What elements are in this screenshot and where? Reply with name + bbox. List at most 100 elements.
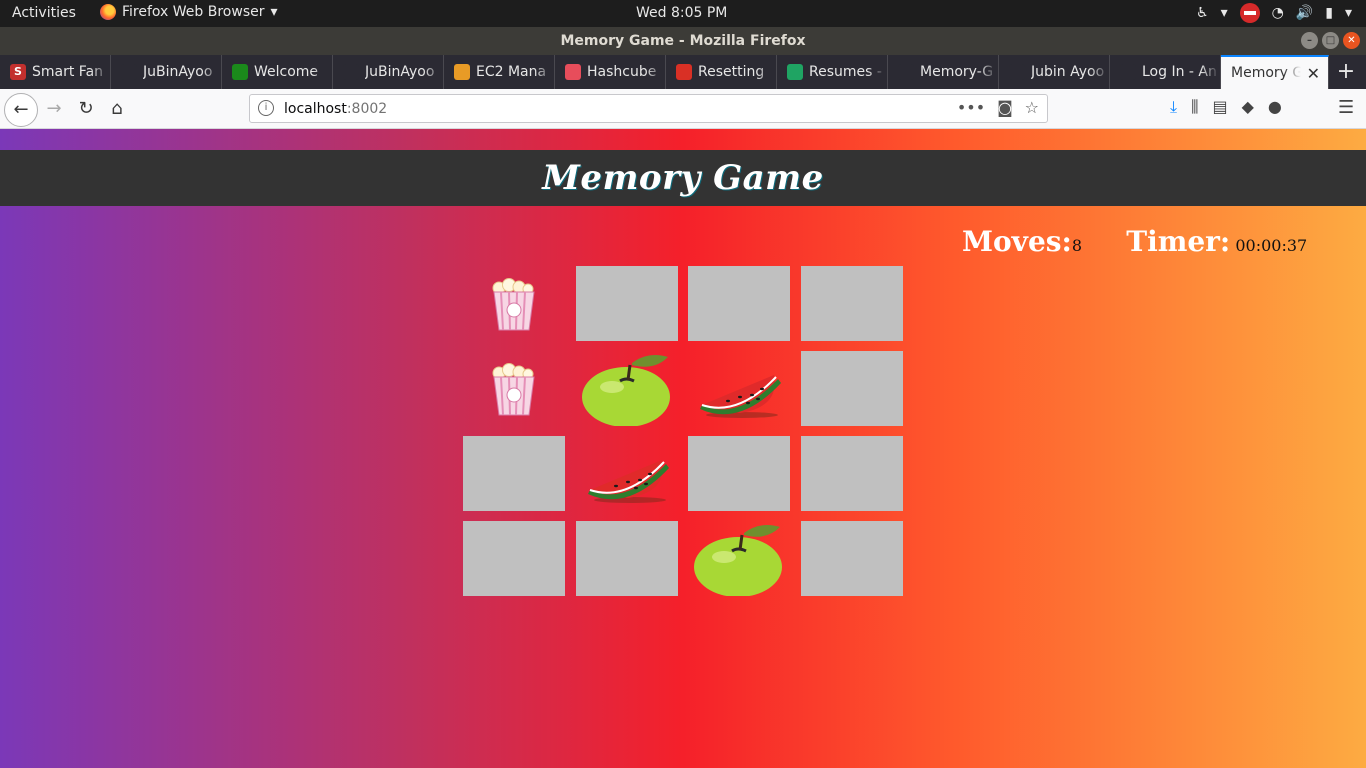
card-closed[interactable] [463,436,565,511]
hashcube-icon [565,64,581,80]
activities-button[interactable]: Activities [12,5,76,21]
card-closed[interactable] [463,521,565,596]
tab-item[interactable]: JuBinAyoo [111,55,222,89]
url-actions: ••• ◙ ☆ [957,98,1039,117]
tab-label: Resetting [698,64,765,80]
a-icon [232,64,248,80]
url-bar[interactable]: i localhost:8002 ••• ◙ ☆ [249,94,1048,123]
gmail-icon [676,64,692,80]
card-open-apple [688,521,790,596]
chevron-down-icon: ▾ [1220,5,1228,21]
tab-label: Resumes - [809,64,882,80]
forward-button[interactable]: → [40,95,68,123]
card-closed[interactable] [575,521,678,596]
card-open-apple [576,351,678,426]
tab-label: Smart Fan [32,64,104,80]
moves-label: Moves: [962,225,1072,258]
extension-icon[interactable]: ◆ [1242,97,1254,117]
library-icon[interactable]: ⫼ [1191,97,1198,117]
timer-label: Timer: [1126,225,1231,258]
card-closed[interactable] [800,436,903,511]
reload-button[interactable]: ↻ [72,95,100,123]
download-icon[interactable]: ⤓ [1170,97,1177,117]
bookmark-star-icon[interactable]: ☆ [1025,98,1039,117]
url-host: localhost [284,101,347,117]
tab-label: Memory-G [920,64,994,80]
clock[interactable]: Wed 8:05 PM [636,5,727,21]
home-button[interactable]: ⌂ [103,95,131,123]
volume-icon[interactable]: 🔊 [1296,5,1313,21]
close-tab-icon[interactable]: ✕ [1307,64,1320,83]
box-icon [454,64,470,80]
tab-item[interactable]: Jubin Ayoo [999,55,1110,89]
tab-label: JuBinAyoo [143,64,213,80]
tab-bar: S Smart Fan JuBinAyoo Welcome JuBinAyoo EC2 M… [0,55,1366,89]
tab-item[interactable]: Log In - An [1110,55,1221,89]
chevron-down-icon: ▾ [1344,5,1352,21]
tab-memory-game[interactable]: Memory Ga ✕ [1221,55,1329,89]
do-not-disturb-icon[interactable] [1239,3,1260,23]
tab-item[interactable]: Welcome [222,55,333,89]
tab-label: Log In - An [1142,64,1217,80]
drive-icon [787,64,803,80]
info-icon[interactable]: i [258,100,274,116]
close-button[interactable]: ✕ [1343,32,1360,49]
chevron-down-icon: ▾ [270,4,278,20]
favicon-icon: S [10,64,26,80]
tab-item[interactable]: Memory-G [888,55,999,89]
sidebar-icon[interactable]: ▤ [1212,97,1227,117]
window-title-bar: Memory Game - Mozilla Firefox – □ ✕ [0,27,1366,55]
peace-icon [1120,64,1136,80]
os-top-bar: Activities Firefox Web Browser ▾ Wed 8:0… [0,0,1366,27]
new-tab-button[interactable]: + [1329,55,1363,89]
maximize-button[interactable]: □ [1322,32,1339,49]
addon-icon[interactable]: ● [1268,97,1282,117]
card-closed[interactable] [688,266,790,341]
timer-value: 00:00:37 [1235,236,1308,255]
tab-item[interactable]: Resumes - [777,55,888,89]
tab-label: JuBinAyoo [365,64,435,80]
peace-icon [1009,64,1025,80]
wifi-icon[interactable]: ◔ [1272,5,1284,21]
tab-label: Welcome [254,64,319,80]
url-port: :8002 [346,101,388,117]
card-closed[interactable] [800,266,903,341]
url-text[interactable]: localhost:8002 [284,101,387,117]
card-open-popcorn [463,266,565,341]
card-closed[interactable] [800,351,903,426]
card-closed[interactable] [688,436,790,511]
tab-label: Jubin Ayoo [1031,64,1105,80]
hamburger-menu-icon[interactable]: ☰ [1338,97,1354,118]
github-icon [343,64,359,80]
tab-item[interactable]: EC2 Mana [444,55,555,89]
tab-item[interactable]: JuBinAyoo [333,55,444,89]
page-content: Memory Game Moves:8 Timer: 00:00:37 [0,129,1366,768]
page-title: Memory Game [542,158,824,198]
window-controls: – □ ✕ [1301,32,1360,49]
card-open-watermelon [576,436,678,511]
app-menu[interactable]: Firefox Web Browser ▾ [100,4,278,20]
tab-label: Hashcube [587,64,657,80]
tab-item[interactable]: Hashcube [555,55,666,89]
game-header: Memory Game [0,150,1366,206]
card-open-popcorn [463,351,565,426]
card-closed[interactable] [575,266,678,341]
moves-value: 8 [1071,236,1083,255]
github-icon [121,64,137,80]
firefox-icon [100,4,116,20]
minimize-button[interactable]: – [1301,32,1318,49]
battery-icon[interactable]: ▮ [1325,5,1333,21]
window-title: Memory Game - Mozilla Firefox [560,33,806,49]
accessibility-icon[interactable]: ♿ [1196,5,1209,21]
tab-item[interactable]: Resetting [666,55,777,89]
tab-label: EC2 Mana [476,64,547,80]
card-closed[interactable] [800,521,903,596]
system-tray[interactable]: ♿ ▾ ◔ 🔊 ▮ ▾ [1196,3,1352,23]
back-button[interactable]: ← [4,93,38,127]
navigation-bar: ← → ↻ ⌂ i localhost:8002 ••• ◙ ☆ ⤓ ⫼ ▤ ◆… [0,89,1366,129]
score-panel: Moves:8 Timer: 00:00:37 [962,225,1307,258]
tab-item[interactable]: S Smart Fan [0,55,111,89]
app-menu-label: Firefox Web Browser [122,4,265,20]
page-actions-icon[interactable]: ••• [957,98,985,117]
pocket-icon[interactable]: ◙ [997,98,1013,117]
